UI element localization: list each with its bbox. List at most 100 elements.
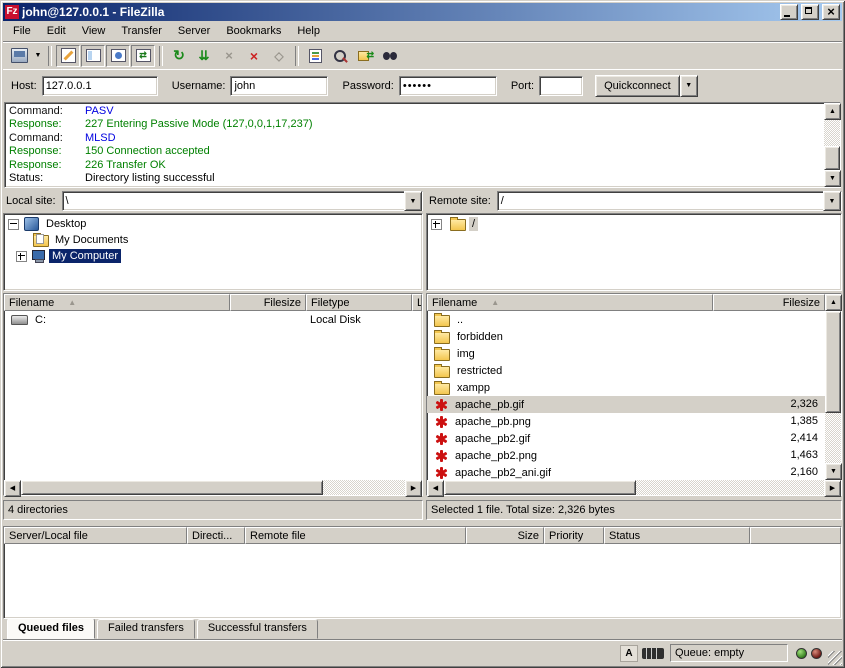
scroll-down-button[interactable]: ▼ xyxy=(825,463,842,480)
local-site-value[interactable]: \ xyxy=(63,195,404,207)
port-input[interactable] xyxy=(539,76,583,96)
remote-vertical-scrollbar[interactable]: ▲ ▼ xyxy=(825,294,841,480)
scroll-right-button[interactable]: ▶ xyxy=(405,480,422,497)
file-row[interactable]: apache_pb.png1,385 xyxy=(427,413,825,430)
toggle-queue-button[interactable]: ⇄ xyxy=(131,45,155,67)
status-indicator-icon[interactable] xyxy=(642,648,664,659)
site-manager-button[interactable] xyxy=(7,45,31,67)
filetype-column-header[interactable]: Filetype xyxy=(306,294,412,311)
scroll-left-button[interactable]: ◀ xyxy=(4,480,21,497)
scroll-left-button[interactable]: ◀ xyxy=(427,480,444,497)
filename-column-header[interactable]: Filename▲ xyxy=(427,294,713,311)
scroll-thumb[interactable] xyxy=(824,146,840,170)
tab-successful-transfers[interactable]: Successful transfers xyxy=(197,619,318,639)
queue-body[interactable] xyxy=(4,544,841,618)
local-site-combo[interactable]: \ ▼ xyxy=(62,191,423,211)
folder-icon xyxy=(434,383,450,395)
remote-site-combo[interactable]: / ▼ xyxy=(497,191,842,211)
quickconnect-button[interactable]: Quickconnect xyxy=(595,75,680,97)
last-modified-column-header[interactable]: L xyxy=(412,294,422,311)
remote-file-list: Filename▲ Filesize .. forbidden img rest… xyxy=(426,293,842,496)
maximize-button[interactable] xyxy=(801,4,819,20)
find-files-button[interactable] xyxy=(378,45,402,67)
size-column-header[interactable]: Size xyxy=(466,527,544,544)
directory-comparison-button[interactable] xyxy=(328,45,352,67)
host-input[interactable]: 127.0.0.1 xyxy=(42,76,158,96)
local-horizontal-scrollbar[interactable]: ◀ ▶ xyxy=(4,480,422,495)
remote-horizontal-scrollbar[interactable]: ◀ ▶ xyxy=(427,480,841,495)
menu-view[interactable]: View xyxy=(74,23,114,39)
scroll-up-button[interactable]: ▲ xyxy=(824,103,841,120)
file-row-selected[interactable]: apache_pb.gif2,326 xyxy=(427,396,825,413)
filename-column-header[interactable]: Filename▲ xyxy=(4,294,230,311)
file-row[interactable]: apache_pb2.png1,463 xyxy=(427,447,825,464)
menu-transfer[interactable]: Transfer xyxy=(113,23,170,39)
collapse-icon[interactable] xyxy=(8,219,19,230)
scroll-up-button[interactable]: ▲ xyxy=(825,294,842,311)
disconnect-button[interactable]: × xyxy=(242,45,266,67)
cancel-button[interactable]: × xyxy=(217,45,241,67)
file-row[interactable]: .. xyxy=(427,311,825,328)
menu-server[interactable]: Server xyxy=(170,23,218,39)
tab-queued-files[interactable]: Queued files xyxy=(7,618,95,639)
tree-item-my-computer[interactable]: My Computer xyxy=(6,248,422,264)
tab-failed-transfers[interactable]: Failed transfers xyxy=(97,619,195,639)
synchronized-browsing-button[interactable] xyxy=(353,45,377,67)
scroll-track[interactable] xyxy=(21,480,405,495)
expand-icon[interactable] xyxy=(431,219,442,230)
filesize-column-header[interactable]: Filesize xyxy=(230,294,306,311)
toggle-log-button[interactable] xyxy=(56,45,80,67)
remote-site-dropdown[interactable]: ▼ xyxy=(823,191,841,211)
refresh-button[interactable]: ↻ xyxy=(167,45,191,67)
scroll-thumb[interactable] xyxy=(825,311,841,413)
tree-item-desktop[interactable]: Desktop xyxy=(6,216,422,232)
scroll-track[interactable] xyxy=(824,120,840,170)
filesize-column-header[interactable]: Filesize xyxy=(713,294,825,311)
log-scrollbar[interactable]: ▲ ▼ xyxy=(824,103,840,187)
scroll-thumb[interactable] xyxy=(444,480,636,495)
menu-bookmarks[interactable]: Bookmarks xyxy=(218,23,289,39)
site-manager-dropdown[interactable]: ▼ xyxy=(32,45,44,67)
remote-file-column-header[interactable]: Remote file xyxy=(245,527,466,544)
close-button[interactable] xyxy=(822,4,840,20)
local-site-dropdown[interactable]: ▼ xyxy=(404,191,422,211)
scroll-right-button[interactable]: ▶ xyxy=(824,480,841,497)
file-row[interactable]: xampp xyxy=(427,379,825,396)
tree-item-my-documents[interactable]: My Documents xyxy=(6,232,422,248)
title-bar[interactable]: Fz john@127.0.0.1 - FileZilla xyxy=(3,3,842,21)
scroll-track[interactable] xyxy=(825,311,841,463)
priority-column-header[interactable]: Priority xyxy=(544,527,604,544)
file-row-c-drive[interactable]: C: Local Disk xyxy=(4,311,422,328)
file-row[interactable]: apache_pb2_ani.gif2,160 xyxy=(427,464,825,480)
reconnect-icon: ◇ xyxy=(274,49,283,63)
file-row[interactable]: restricted xyxy=(427,362,825,379)
quickconnect-dropdown[interactable]: ▼ xyxy=(680,75,698,97)
file-row[interactable]: apache_pb2.gif2,414 xyxy=(427,430,825,447)
scroll-thumb[interactable] xyxy=(21,480,323,495)
menu-edit[interactable]: Edit xyxy=(39,23,74,39)
expand-icon[interactable] xyxy=(16,251,27,262)
password-input[interactable]: •••••• xyxy=(399,76,497,96)
scroll-down-button[interactable]: ▼ xyxy=(824,170,841,187)
minimize-button[interactable] xyxy=(780,4,798,20)
menu-file[interactable]: File xyxy=(5,23,39,39)
file-row[interactable]: forbidden xyxy=(427,328,825,345)
transfer-type-indicator-icon[interactable]: A xyxy=(620,645,638,662)
reconnect-button[interactable]: ◇ xyxy=(267,45,291,67)
filter-button[interactable] xyxy=(303,45,327,67)
toggle-remote-tree-button[interactable] xyxy=(106,45,130,67)
file-row[interactable]: img xyxy=(427,345,825,362)
server-local-file-column-header[interactable]: Server/Local file xyxy=(4,527,187,544)
menu-help[interactable]: Help xyxy=(289,23,328,39)
username-input[interactable]: john xyxy=(230,76,328,96)
direction-column-header[interactable]: Directi... xyxy=(187,527,245,544)
desktop-icon xyxy=(24,217,39,231)
toggle-local-tree-button[interactable] xyxy=(81,45,105,67)
status-column-header[interactable]: Status xyxy=(604,527,750,544)
scroll-track[interactable] xyxy=(444,480,824,495)
tree-item-root[interactable]: / xyxy=(429,216,841,232)
resize-grip[interactable] xyxy=(828,651,842,665)
remote-site-value[interactable]: / xyxy=(498,195,823,207)
chevron-down-icon: ▼ xyxy=(685,82,692,89)
process-queue-button[interactable]: ⇊ xyxy=(192,45,216,67)
